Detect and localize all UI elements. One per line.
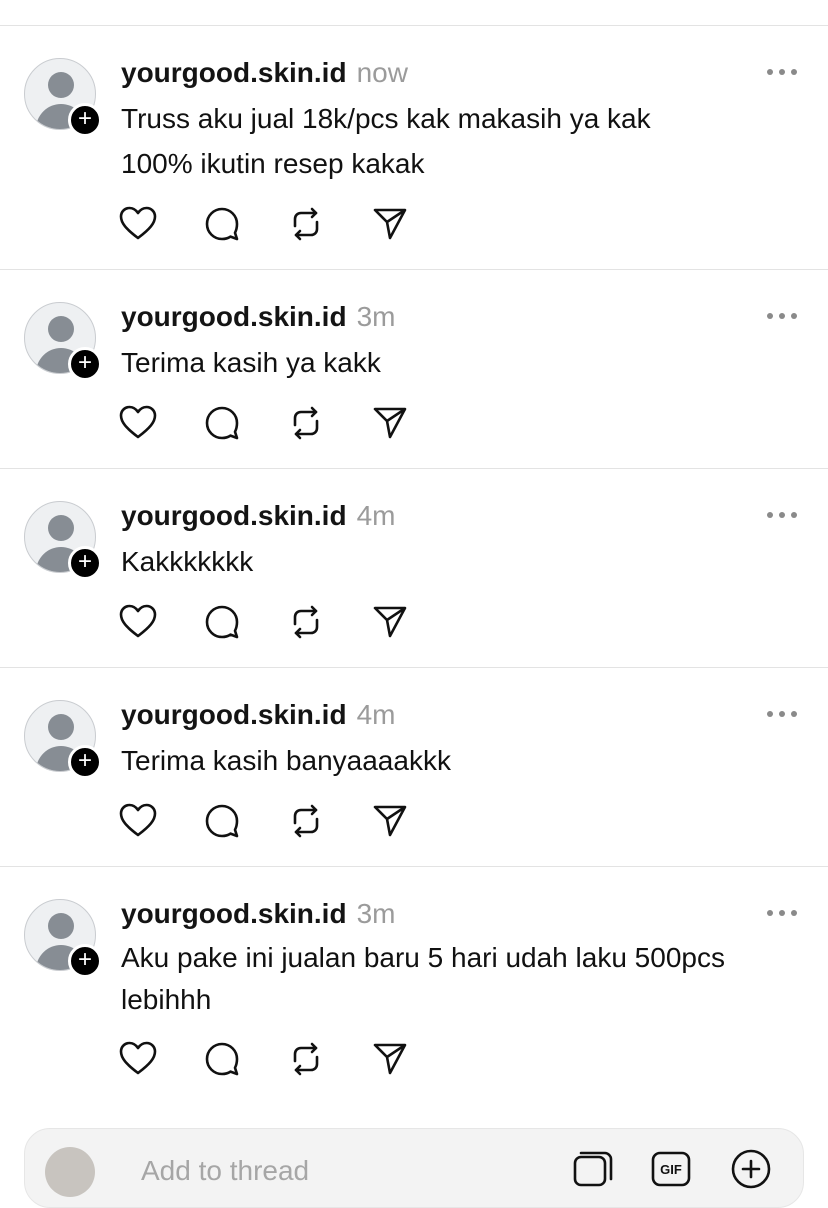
heart-icon[interactable] — [118, 801, 158, 841]
post-text: Kakkkkkkk — [121, 539, 801, 584]
username[interactable]: yourgood.skin.id — [121, 898, 347, 929]
send-icon[interactable] — [370, 1039, 410, 1079]
thread-post: + yourgood.skin.id 4m Terima kasih banyaa… — [0, 668, 828, 867]
thread-post: + yourgood.skin.id 3m Aku pake ini jualan… — [0, 867, 828, 1107]
post-header: yourgood.skin.id 3m — [121, 897, 395, 931]
username[interactable]: yourgood.skin.id — [121, 57, 347, 88]
post-text-line: lebihhh — [121, 984, 212, 1015]
follow-plus-icon[interactable]: + — [68, 944, 102, 978]
thread-post: + yourgood.skin.id 4m Kakkkkkkk — [0, 469, 828, 668]
send-icon[interactable] — [370, 801, 410, 841]
send-icon[interactable] — [370, 602, 410, 642]
thread-feed: + yourgood.skin.id now Truss aku jual 18k… — [0, 26, 828, 1107]
heart-icon[interactable] — [118, 204, 158, 244]
send-icon[interactable] — [370, 204, 410, 244]
post-text: Truss aku jual 18k/pcs kak makasih ya ka… — [121, 96, 801, 186]
gif-icon[interactable]: GIF — [649, 1147, 693, 1191]
post-text: Aku pake ini jualan baru 5 hari udah lak… — [121, 937, 801, 1021]
repost-icon[interactable] — [286, 602, 326, 642]
post-text-line: Kakkkkkkk — [121, 546, 254, 577]
thread-composer[interactable]: Add to thread GIF — [24, 1128, 804, 1208]
comment-icon[interactable] — [202, 801, 242, 841]
follow-plus-icon[interactable]: + — [68, 546, 102, 580]
more-icon[interactable] — [766, 65, 798, 79]
more-icon[interactable] — [766, 309, 798, 323]
send-icon[interactable] — [370, 403, 410, 443]
more-icon[interactable] — [766, 906, 798, 920]
post-text-line: Truss aku jual 18k/pcs kak makasih ya ka… — [121, 103, 651, 134]
timestamp: 4m — [356, 699, 396, 730]
gif-label: GIF — [660, 1162, 682, 1177]
follow-plus-icon[interactable]: + — [68, 745, 102, 779]
more-icon[interactable] — [766, 508, 798, 522]
repost-icon[interactable] — [286, 801, 326, 841]
add-to-thread-input[interactable]: Add to thread — [141, 1155, 309, 1187]
timestamp: 3m — [356, 301, 396, 332]
post-actions — [118, 801, 418, 841]
post-text-line: Terima kasih banyaaaakkk — [121, 745, 451, 776]
more-icon[interactable] — [766, 707, 798, 721]
post-text-line: 100% ikutin resep kakak — [121, 148, 425, 179]
gallery-icon[interactable] — [571, 1147, 615, 1191]
follow-plus-icon[interactable]: + — [68, 103, 102, 137]
post-header: yourgood.skin.id now — [121, 56, 408, 90]
comment-icon[interactable] — [202, 403, 242, 443]
heart-icon[interactable] — [118, 602, 158, 642]
comment-icon[interactable] — [202, 1039, 242, 1079]
post-text: Terima kasih ya kakk — [121, 340, 801, 385]
post-text-line: Terima kasih ya kakk — [121, 347, 381, 378]
post-actions — [118, 403, 418, 443]
post-actions — [118, 1039, 418, 1079]
post-text: Terima kasih banyaaaakkk — [121, 738, 801, 783]
post-actions — [118, 602, 418, 642]
timestamp: now — [356, 57, 408, 88]
comment-icon[interactable] — [202, 204, 242, 244]
username[interactable]: yourgood.skin.id — [121, 301, 347, 332]
post-text-line: Aku pake ini jualan baru 5 hari udah lak… — [121, 942, 725, 973]
repost-icon[interactable] — [286, 204, 326, 244]
username[interactable]: yourgood.skin.id — [121, 699, 347, 730]
post-header: yourgood.skin.id 3m — [121, 300, 395, 334]
post-actions — [118, 204, 418, 244]
timestamp: 4m — [356, 500, 396, 531]
thread-post: + yourgood.skin.id 3m Terima kasih ya kak… — [0, 270, 828, 469]
timestamp: 3m — [356, 898, 396, 929]
comment-icon[interactable] — [202, 602, 242, 642]
thread-post: + yourgood.skin.id now Truss aku jual 18k… — [0, 26, 828, 270]
repost-icon[interactable] — [286, 1039, 326, 1079]
follow-plus-icon[interactable]: + — [68, 347, 102, 381]
post-header: yourgood.skin.id 4m — [121, 499, 395, 533]
heart-icon[interactable] — [118, 1039, 158, 1079]
composer-avatar — [45, 1147, 95, 1197]
post-header: yourgood.skin.id 4m — [121, 698, 395, 732]
username[interactable]: yourgood.skin.id — [121, 500, 347, 531]
add-circle-icon[interactable] — [729, 1147, 773, 1191]
heart-icon[interactable] — [118, 403, 158, 443]
repost-icon[interactable] — [286, 403, 326, 443]
